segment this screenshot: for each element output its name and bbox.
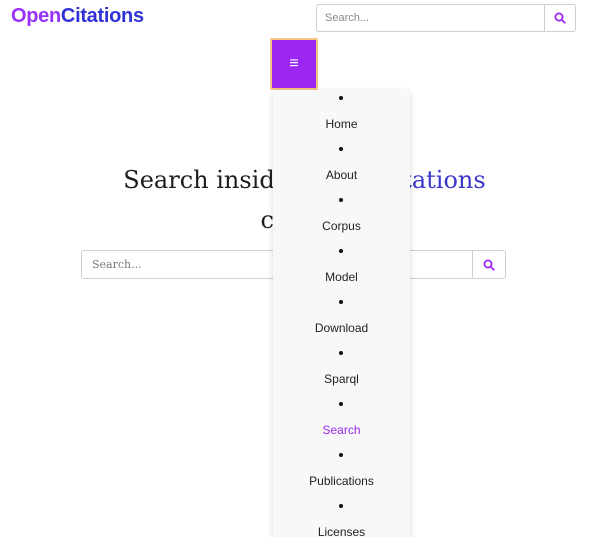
hamburger-icon: ≡	[289, 55, 299, 72]
header-search-form	[316, 4, 576, 32]
menu-toggle-button[interactable]: ≡	[270, 38, 318, 90]
bullet-icon	[339, 504, 343, 508]
nav-link-about[interactable]: About	[273, 168, 410, 182]
nav-item-licenses: Licenses	[273, 498, 410, 537]
nav-link-home[interactable]: Home	[273, 117, 410, 131]
nav-link-licenses[interactable]: Licenses	[273, 525, 410, 537]
nav-link-sparql[interactable]: Sparql	[273, 372, 410, 386]
bullet-icon	[339, 300, 343, 304]
bullet-icon	[339, 402, 343, 406]
nav-item-download: Download	[273, 294, 410, 345]
logo-citations-text: Citations	[60, 5, 144, 27]
search-icon	[483, 259, 495, 271]
header-search-input[interactable]	[316, 4, 544, 32]
nav-item-model: Model	[273, 243, 410, 294]
nav-item-home: Home	[273, 90, 410, 141]
header-search-button[interactable]	[544, 4, 576, 32]
nav-item-corpus: Corpus	[273, 192, 410, 243]
search-icon	[554, 12, 566, 24]
nav-link-publications[interactable]: Publications	[273, 474, 410, 488]
bullet-icon	[339, 351, 343, 355]
main-search-button[interactable]	[472, 250, 506, 279]
bullet-icon	[339, 198, 343, 202]
nav-item-sparql: Sparql	[273, 345, 410, 396]
nav-item-publications: Publications	[273, 447, 410, 498]
logo-open-text: Open	[11, 5, 61, 27]
bullet-icon	[339, 453, 343, 457]
bullet-icon	[339, 249, 343, 253]
nav-link-download[interactable]: Download	[273, 321, 410, 335]
nav-link-search[interactable]: Search	[273, 423, 410, 437]
nav-dropdown-menu: Home About Corpus Model Download Sparql …	[273, 90, 410, 537]
hero-heading-brand: tations	[402, 166, 486, 194]
bullet-icon	[339, 96, 343, 100]
nav-item-about: About	[273, 141, 410, 192]
site-logo[interactable]: OpenCitations	[11, 4, 144, 28]
bullet-icon	[339, 147, 343, 151]
nav-item-search: Search	[273, 396, 410, 447]
nav-link-corpus[interactable]: Corpus	[273, 219, 410, 233]
nav-link-model[interactable]: Model	[273, 270, 410, 284]
